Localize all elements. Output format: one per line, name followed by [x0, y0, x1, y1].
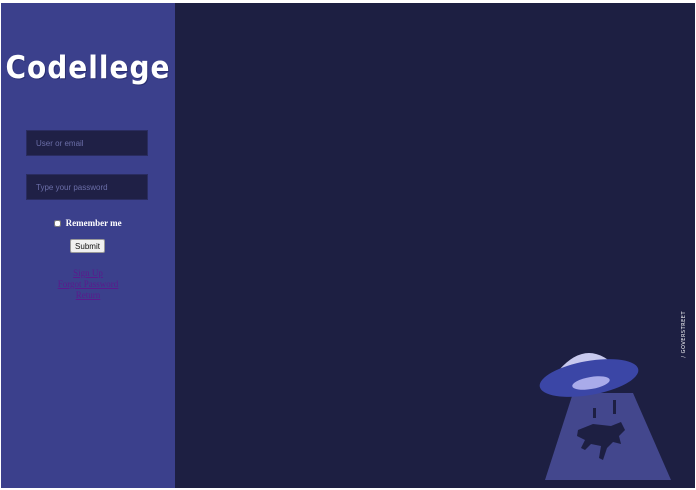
- auth-links: Sign Up Forgot Password Return: [1, 268, 175, 301]
- forgot-password-link[interactable]: Forgot Password: [1, 279, 175, 290]
- remember-me-row: Remember me: [1, 218, 175, 228]
- app-window: Codellege Remember me Submit Sign Up For…: [1, 3, 695, 488]
- login-sidebar: Codellege Remember me Submit Sign Up For…: [1, 3, 175, 488]
- brand-logo: Codellege: [5, 49, 171, 86]
- remember-me-label: Remember me: [65, 218, 122, 228]
- submit-button[interactable]: Submit: [70, 239, 105, 253]
- watermark-text: / GOVERSTREET: [681, 311, 687, 358]
- remember-me-checkbox[interactable]: [54, 220, 62, 228]
- sign-up-link[interactable]: Sign Up: [1, 268, 175, 279]
- user-or-email-input[interactable]: [26, 130, 148, 156]
- return-link[interactable]: Return: [1, 290, 175, 301]
- ufo-abducting-cow-icon: [539, 353, 671, 480]
- password-input[interactable]: [26, 174, 148, 200]
